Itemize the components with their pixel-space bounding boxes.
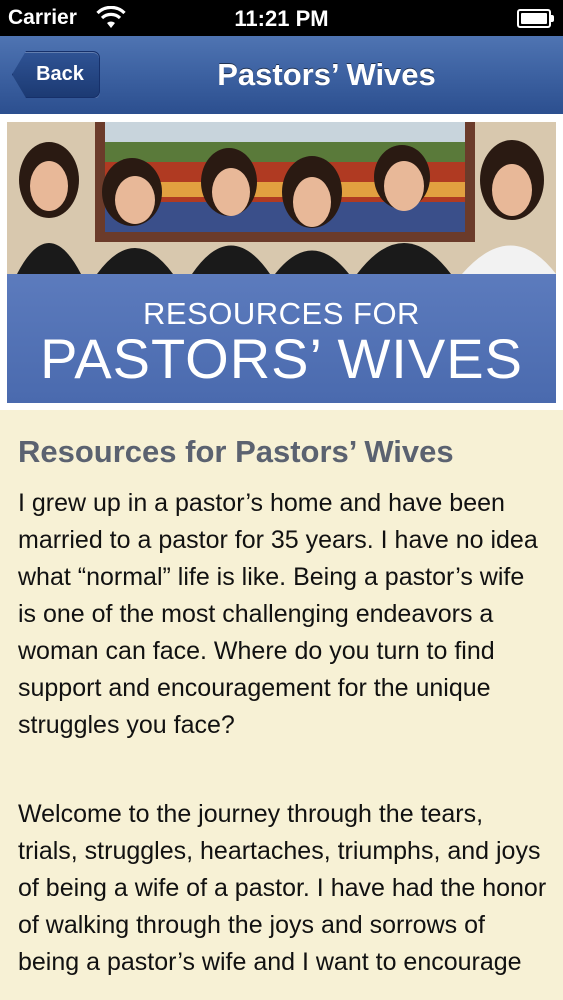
banner-title-block: RESOURCES FOR PASTORS’ WIVES bbox=[7, 274, 556, 403]
article-paragraph: Welcome to the journey through the tears… bbox=[18, 800, 547, 976]
article-content: Resources for Pastors’ Wives I grew up i… bbox=[0, 410, 563, 1000]
back-button[interactable]: Back bbox=[12, 51, 100, 98]
page-title: Pastors’ Wives bbox=[217, 57, 436, 92]
back-button-label: Back bbox=[36, 63, 84, 85]
banner-frame: RESOURCES FOR PASTORS’ WIVES bbox=[0, 114, 563, 410]
group-photo-image bbox=[7, 122, 556, 274]
article-heading: Resources for Pastors’ Wives bbox=[18, 434, 454, 469]
article-paragraph: I grew up in a pastor’s home and have be… bbox=[18, 489, 538, 739]
navigation-bar: Back Pastors’ Wives bbox=[0, 36, 563, 115]
battery-icon bbox=[517, 9, 554, 28]
status-time: 11:21 PM bbox=[234, 6, 329, 31]
status-bar: Carrier 11:21 PM bbox=[0, 0, 563, 36]
banner-line-2: PASTORS’ WIVES bbox=[40, 327, 523, 390]
banner-image: RESOURCES FOR PASTORS’ WIVES bbox=[7, 122, 556, 403]
